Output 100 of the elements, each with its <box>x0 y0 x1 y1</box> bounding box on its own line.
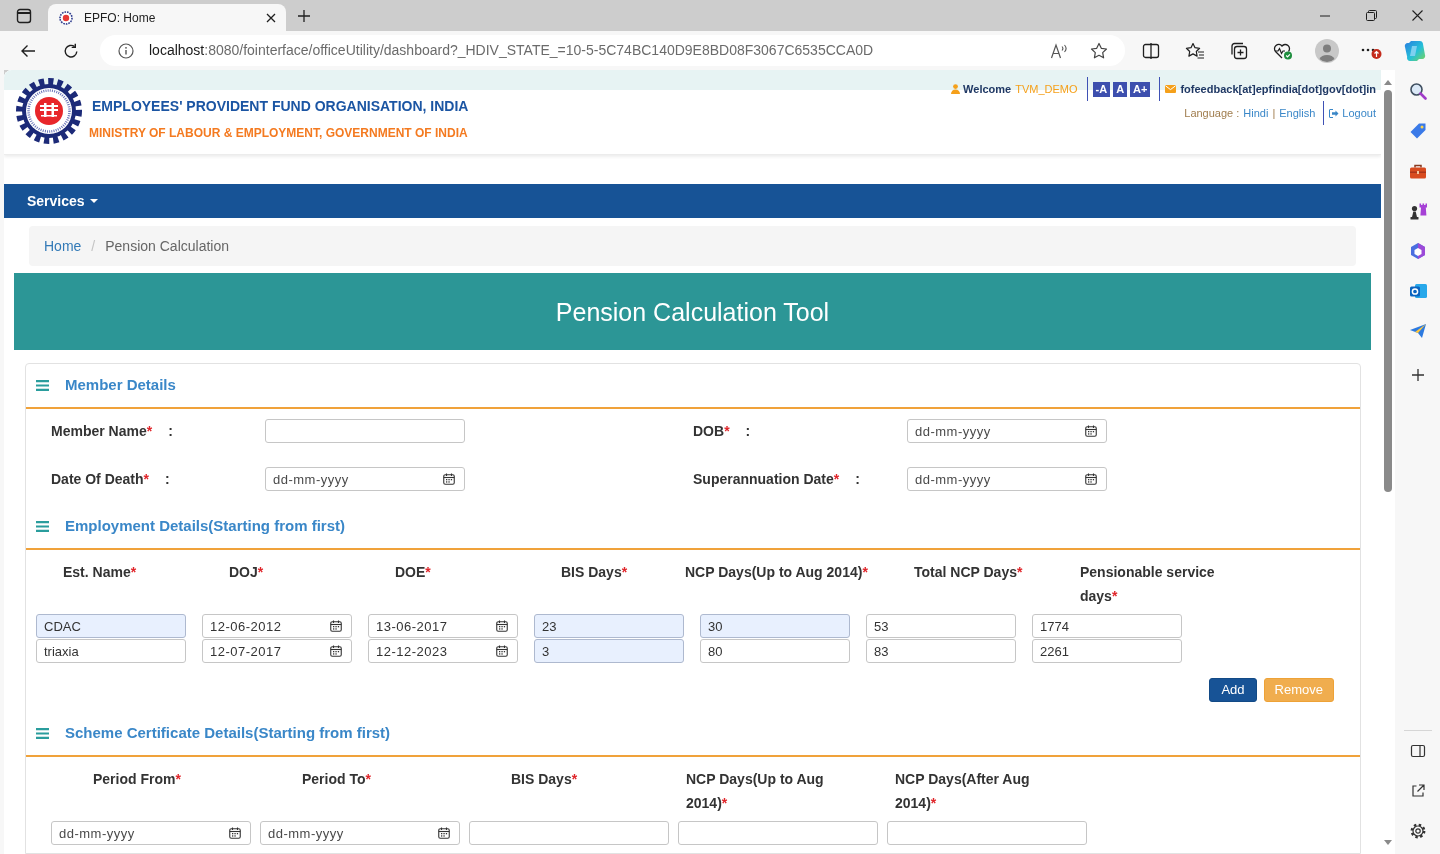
reload-icon[interactable] <box>63 42 79 59</box>
breadcrumb-separator: / <box>90 236 97 256</box>
column-header: NCP Days(After Aug 2014)* <box>895 771 1030 811</box>
read-aloud-icon[interactable] <box>1050 42 1068 59</box>
ministry-subtitle: MINISTRY OF LABOUR & EMPLOYMENT, GOVERNMENT OF INDIA <box>89 125 468 141</box>
hamburger-menu-icon[interactable] <box>36 380 49 391</box>
hamburger-menu-icon[interactable] <box>36 521 49 532</box>
plus-icon[interactable] <box>1410 368 1425 382</box>
settings-icon[interactable] <box>1408 822 1427 840</box>
text-field[interactable] <box>887 821 1087 845</box>
language-link[interactable]: Hindi <box>1243 104 1269 122</box>
calendar-icon[interactable] <box>1085 473 1097 485</box>
hamburger-menu-icon[interactable] <box>36 728 49 739</box>
toolbox-icon[interactable] <box>1408 163 1427 179</box>
close-icon[interactable] <box>1411 10 1423 21</box>
section-title: Employment Details(Starting from first) <box>65 516 346 537</box>
column-header: NCP Days(Up to Aug 2014)* <box>686 771 824 811</box>
column-header: NCP Days(Up to Aug 2014)* <box>685 564 868 580</box>
date-field[interactable]: 12-06-2012 <box>202 614 352 638</box>
date-field[interactable]: dd-mm-yyyy <box>907 467 1107 491</box>
label-colon: : <box>855 469 860 489</box>
address-bar[interactable]: localhost:8080/fointerface/officeUtility/dashboard?_HDIV_STATE_=10-5-5C74BC140D9E8BD08F3067C6535CCA0D <box>100 35 1125 66</box>
external-link-icon[interactable] <box>1409 783 1426 799</box>
text-field[interactable]: 23 <box>534 614 684 638</box>
add-button[interactable]: Add <box>1209 678 1257 702</box>
column-header: BIS Days* <box>561 564 628 580</box>
split-screen-icon[interactable] <box>1142 41 1160 60</box>
text-field[interactable] <box>265 419 465 443</box>
star-icon[interactable] <box>1090 41 1108 60</box>
text-field[interactable]: 1774 <box>1032 614 1182 638</box>
breadcrumb-current: Pension Calculation <box>105 236 229 256</box>
date-field[interactable]: dd-mm-yyyy <box>51 821 251 845</box>
section-title: Scheme Certificate Details(Starting from first) <box>65 723 391 744</box>
date-field[interactable]: 12-07-2017 <box>202 639 352 663</box>
nav-menu-button[interactable]: Services <box>27 190 98 212</box>
date-field[interactable]: dd-mm-yyyy <box>265 467 465 491</box>
column-header: Total NCP Days* <box>914 564 1023 580</box>
column-header: BIS Days* <box>511 771 578 787</box>
column-header: DOE* <box>395 564 431 580</box>
info-icon[interactable] <box>118 42 134 59</box>
text-field[interactable]: triaxia <box>36 639 186 663</box>
calendar-icon[interactable] <box>1085 425 1097 437</box>
column-header: DOJ* <box>229 564 264 580</box>
heart-pulse-icon[interactable] <box>1273 41 1293 60</box>
scroll-up-icon[interactable] <box>1384 80 1392 85</box>
browser-tab[interactable]: EPFO: Home <box>48 4 286 31</box>
calendar-icon[interactable] <box>443 473 455 485</box>
favorites-icon[interactable] <box>1185 41 1205 60</box>
username-text: TVM_DEMO <box>1015 81 1078 97</box>
field-label: Superannuation Date* <box>693 469 840 489</box>
text-field[interactable]: 80 <box>700 639 850 663</box>
text-field[interactable]: 53 <box>866 614 1016 638</box>
column-header: Period From* <box>93 771 181 787</box>
date-field[interactable]: 13-06-2017 <box>368 614 518 638</box>
search-icon[interactable] <box>1408 82 1427 100</box>
logout-link[interactable]: Logout <box>1329 104 1376 122</box>
calendar-icon[interactable] <box>496 645 508 657</box>
calendar-icon[interactable] <box>496 620 508 632</box>
back-arrow-icon[interactable] <box>20 43 36 58</box>
field-label: Member Name* <box>51 421 153 441</box>
scroll-down-icon[interactable] <box>1384 840 1392 845</box>
calendar-icon[interactable] <box>330 645 342 657</box>
label-colon: : <box>168 421 173 441</box>
text-field[interactable]: 3 <box>534 639 684 663</box>
close-icon[interactable] <box>266 12 276 23</box>
tab-menu-icon[interactable] <box>16 7 32 24</box>
collections-icon[interactable] <box>1230 41 1248 60</box>
plus-icon[interactable] <box>297 8 311 23</box>
calendar-icon[interactable] <box>438 827 450 839</box>
hexagon-icon[interactable] <box>1408 242 1427 260</box>
date-field[interactable]: 12-12-2023 <box>368 639 518 663</box>
date-field[interactable]: dd-mm-yyyy <box>907 419 1107 443</box>
text-field[interactable]: 83 <box>866 639 1016 663</box>
minimize-icon[interactable] <box>1320 14 1330 17</box>
mail-app-icon[interactable] <box>1408 282 1427 300</box>
tag-icon[interactable] <box>1408 122 1427 140</box>
section-title: Member Details <box>65 375 176 396</box>
calendar-icon[interactable] <box>330 620 342 632</box>
date-field[interactable]: dd-mm-yyyy <box>260 821 460 845</box>
profile-avatar-icon[interactable] <box>1315 38 1339 63</box>
chess-pieces-icon[interactable] <box>1408 202 1427 220</box>
envelope-icon <box>1165 85 1177 93</box>
restore-icon[interactable] <box>1365 10 1377 21</box>
text-field[interactable]: 2261 <box>1032 639 1182 663</box>
language-separator: | <box>1272 105 1276 121</box>
welcome-text: Welcome <box>963 81 1012 97</box>
text-field[interactable] <box>469 821 669 845</box>
text-field[interactable]: 30 <box>700 614 850 638</box>
side-panel-icon[interactable] <box>1409 743 1426 759</box>
language-link[interactable]: English <box>1279 104 1316 122</box>
paper-plane-icon[interactable] <box>1408 323 1427 339</box>
url-host: localhost <box>149 42 205 58</box>
scrollbar-thumb[interactable] <box>1384 90 1392 492</box>
gear-emblem-icon <box>16 78 82 144</box>
column-header: Period To* <box>302 771 371 787</box>
breadcrumb-link[interactable]: Home <box>44 235 82 257</box>
text-field[interactable]: CDAC <box>36 614 186 638</box>
copilot-icon[interactable] <box>1404 39 1426 62</box>
text-field[interactable] <box>678 821 878 845</box>
calendar-icon[interactable] <box>229 827 241 839</box>
